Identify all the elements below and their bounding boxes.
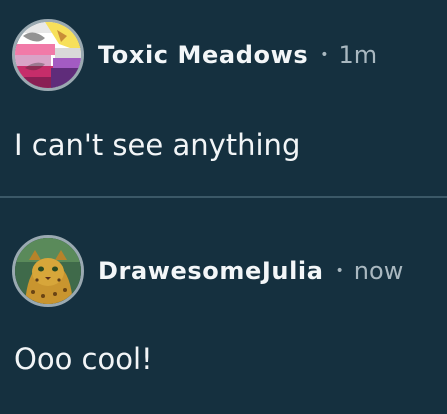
timestamp: 1m <box>338 41 378 69</box>
username[interactable]: DrawesomeJulia <box>98 257 324 285</box>
comment-text: I can't see anything <box>14 128 301 162</box>
comment-header: Toxic Meadows • 1m <box>12 19 377 91</box>
separator-dot: • <box>320 47 329 63</box>
jaguar-avatar-icon <box>15 238 81 304</box>
comment-text: Ooo cool! <box>14 342 153 376</box>
comment-header: DrawesomeJulia • now <box>12 235 403 307</box>
divider <box>0 196 447 198</box>
avatar[interactable] <box>12 19 84 91</box>
timestamp: now <box>353 257 404 285</box>
comment-item: Toxic Meadows • 1m I can't see anything <box>0 0 447 197</box>
comment-item: DrawesomeJulia • now Ooo cool! <box>0 199 447 414</box>
avatar[interactable] <box>12 235 84 307</box>
username[interactable]: Toxic Meadows <box>98 41 308 69</box>
pride-flag-collage-avatar-icon <box>15 22 81 88</box>
separator-dot: • <box>335 263 344 279</box>
